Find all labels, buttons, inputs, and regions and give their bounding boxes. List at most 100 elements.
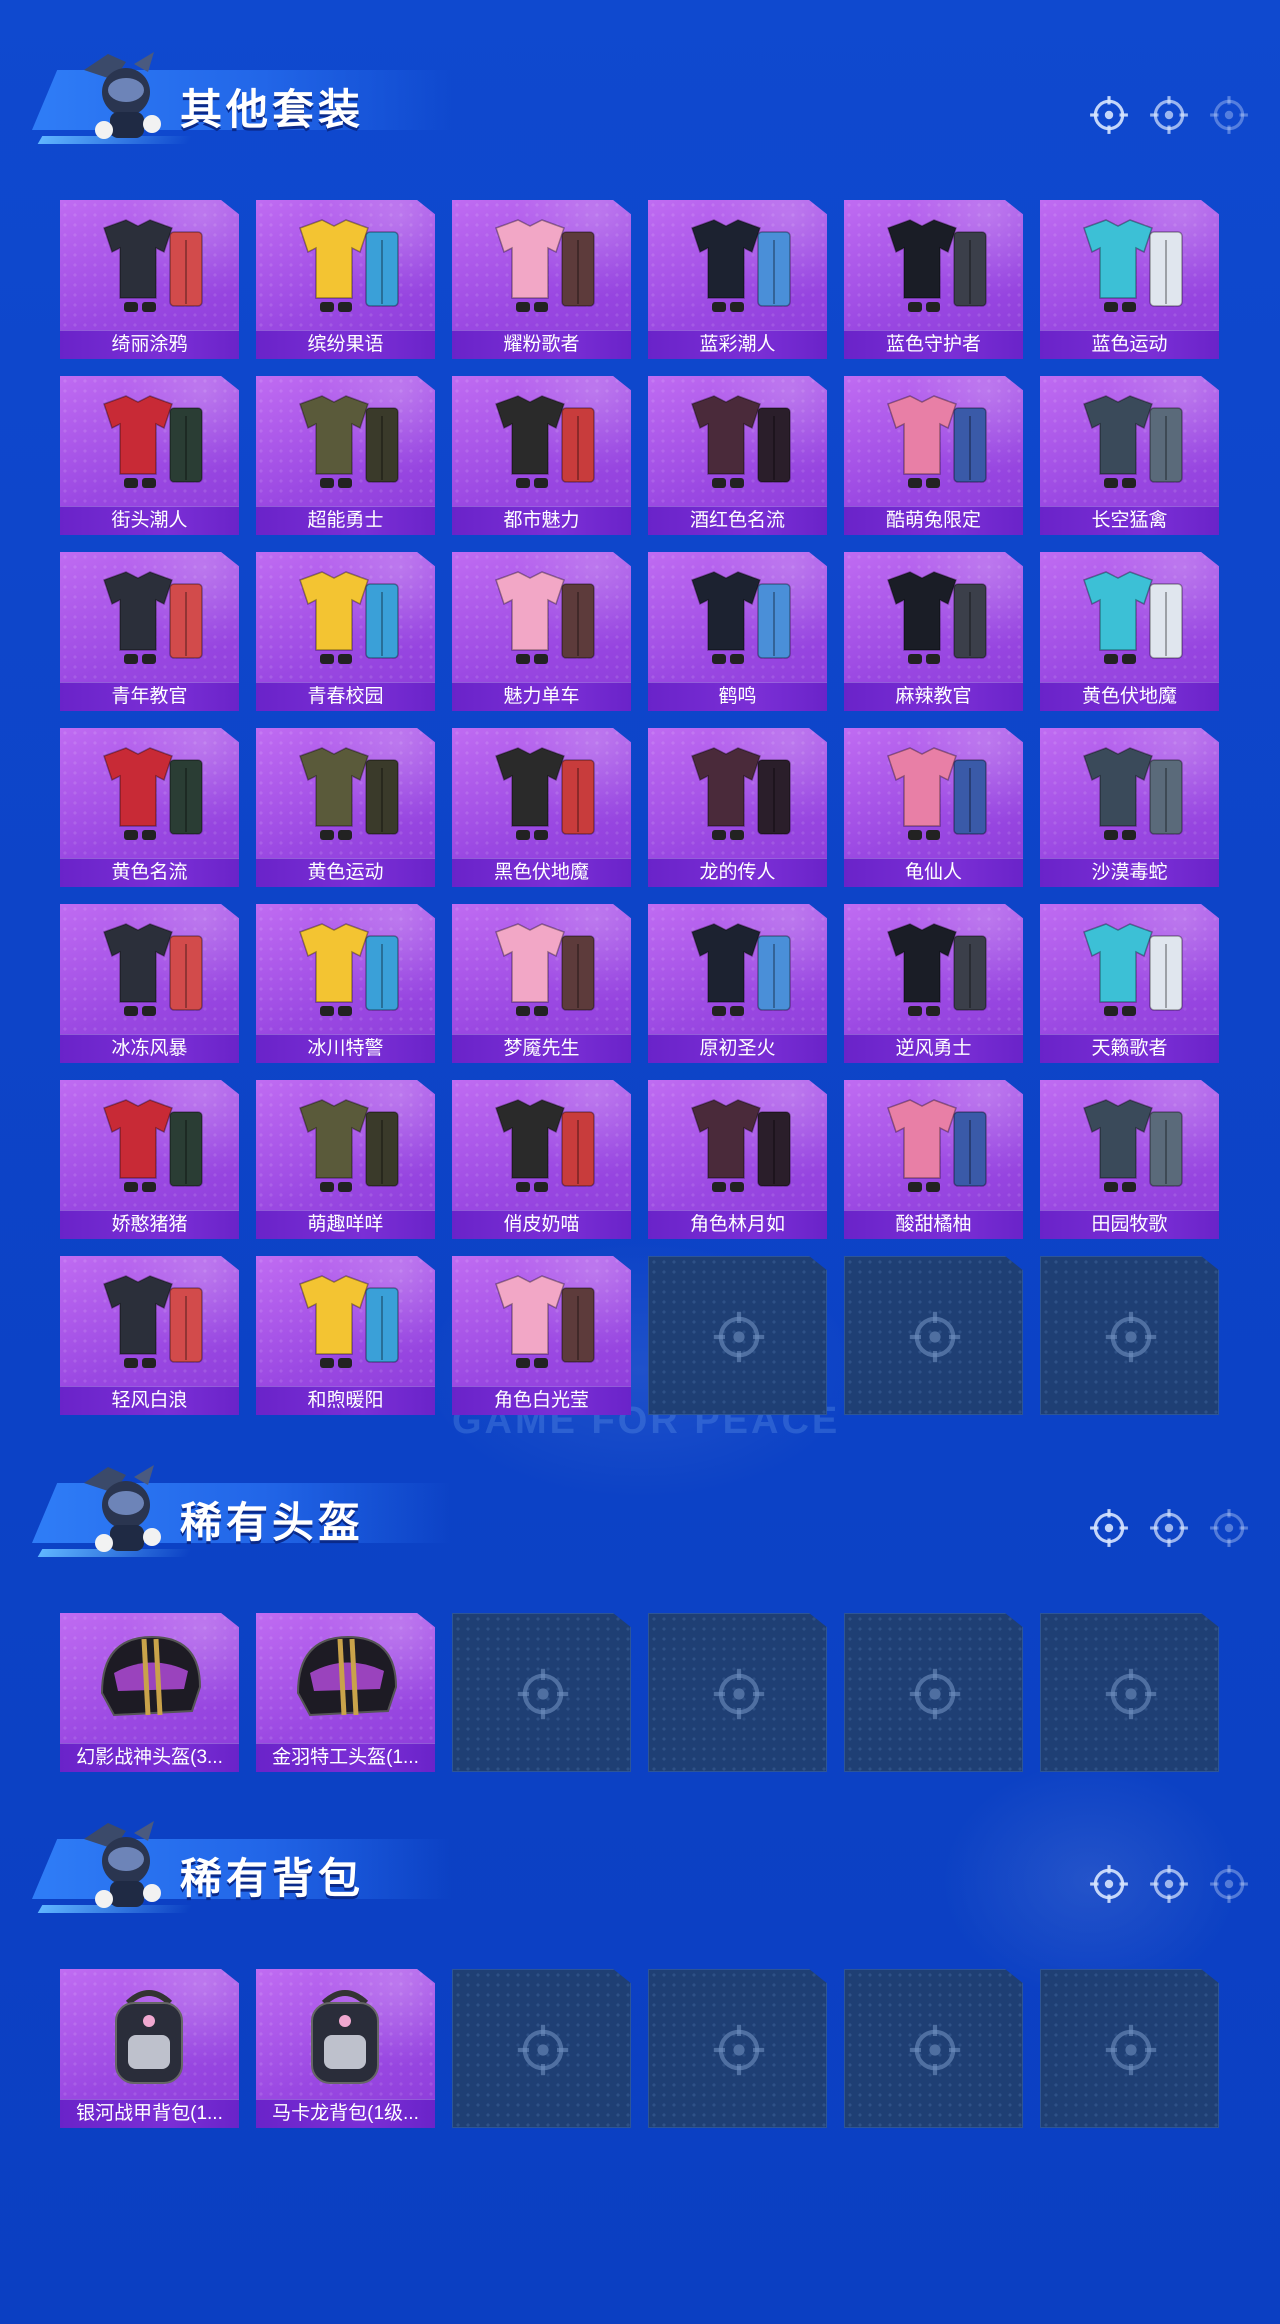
empty-slot [452,1613,631,1772]
item-card[interactable]: 青春校园 [256,552,435,711]
item-card[interactable]: 绮丽涂鸦 [60,200,239,359]
empty-slot [844,1256,1023,1415]
empty-slot [1040,1256,1219,1415]
item-card[interactable]: 超能勇士 [256,376,435,535]
outfit-image [691,1099,791,1192]
item-card[interactable]: 蓝彩潮人 [648,200,827,359]
item-card[interactable]: 缤纷果语 [256,200,435,359]
item-name: 长空猛禽 [1040,506,1219,535]
item-card[interactable]: 田园牧歌 [1040,1080,1219,1239]
item-card[interactable]: 长空猛禽 [1040,376,1219,535]
empty-slot [1040,1969,1219,2128]
item-name: 蓝色运动 [1040,330,1219,359]
item-name: 蓝彩潮人 [648,330,827,359]
item-card[interactable]: 酸甜橘柚 [844,1080,1023,1239]
item-card[interactable]: 沙漠毒蛇 [1040,728,1219,887]
item-name: 青年教官 [60,682,239,711]
item-card[interactable]: 梦魇先生 [452,904,631,1063]
item-name: 冰川特警 [256,1034,435,1063]
outfit-image [691,747,791,840]
outfit-image [691,395,791,488]
item-card[interactable]: 金羽特工头盔(1... [256,1613,435,1772]
item-name: 梦魇先生 [452,1034,631,1063]
item-card[interactable]: 龙的传人 [648,728,827,887]
item-name: 街头潮人 [60,506,239,535]
item-card[interactable]: 黄色名流 [60,728,239,887]
crosshair-icon [1103,1666,1159,1722]
header-icons [1088,1863,1250,1905]
outfit-image [495,395,595,488]
empty-slot [1040,1613,1219,1772]
item-card[interactable]: 俏皮奶喵 [452,1080,631,1239]
item-card[interactable]: 黄色伏地魔 [1040,552,1219,711]
item-name: 俏皮奶喵 [452,1210,631,1239]
item-card[interactable]: 萌趣咩咩 [256,1080,435,1239]
header-icons [1088,1507,1250,1549]
item-card[interactable]: 角色林月如 [648,1080,827,1239]
outfit-image [887,923,987,1016]
item-card[interactable]: 娇憨猪猪 [60,1080,239,1239]
item-card[interactable]: 幻影战神头盔(3... [60,1613,239,1772]
item-card[interactable]: 银河战甲背包(1... [60,1969,239,2128]
outfit-image [299,923,399,1016]
item-card[interactable]: 冰川特警 [256,904,435,1063]
item-grid: 银河战甲背包(1... 马卡龙背包(1级... [60,1969,1219,2128]
item-card[interactable]: 龟仙人 [844,728,1023,887]
item-name: 沙漠毒蛇 [1040,858,1219,887]
soldier-mascot-icon [74,1463,170,1567]
header-icons [1088,94,1250,136]
item-name: 幻影战神头盔(3... [60,1743,239,1772]
item-card[interactable]: 原初圣火 [648,904,827,1063]
item-card[interactable]: 蓝色守护者 [844,200,1023,359]
item-card[interactable]: 黄色运动 [256,728,435,887]
item-card[interactable]: 麻辣教官 [844,552,1023,711]
item-card[interactable]: 逆风勇士 [844,904,1023,1063]
item-card[interactable]: 蓝色运动 [1040,200,1219,359]
item-card[interactable]: 鹤鸣 [648,552,827,711]
item-name: 黄色运动 [256,858,435,887]
crosshair-icon [1148,1507,1190,1549]
item-grid: 绮丽涂鸦 缤纷果语 耀粉歌者 蓝彩潮人 蓝色守护者 蓝色运动 街头潮人 超能勇士… [60,200,1219,1415]
item-name: 青春校园 [256,682,435,711]
outfit-image [495,923,595,1016]
outfit-image [299,1099,399,1192]
item-card[interactable]: 天籁歌者 [1040,904,1219,1063]
item-name: 酸甜橘柚 [844,1210,1023,1239]
outfit-image [299,395,399,488]
outfit-image [103,219,203,312]
section-header: 稀有背包 [0,1809,1280,1929]
item-card[interactable]: 酷萌兔限定 [844,376,1023,535]
crosshair-icon [711,1666,767,1722]
crosshair-icon [1208,94,1250,136]
item-card[interactable]: 冰冻风暴 [60,904,239,1063]
item-card[interactable]: 马卡龙背包(1级... [256,1969,435,2128]
empty-slot [844,1969,1023,2128]
crosshair-icon [1208,1863,1250,1905]
item-card[interactable]: 魅力单车 [452,552,631,711]
crosshair-icon [907,1666,963,1722]
item-card[interactable]: 酒红色名流 [648,376,827,535]
item-card[interactable]: 和煦暖阳 [256,1256,435,1415]
item-card[interactable]: 角色白光莹 [452,1256,631,1415]
item-name: 酒红色名流 [648,506,827,535]
item-name: 逆风勇士 [844,1034,1023,1063]
section-header: 其他套装 [0,40,1280,160]
item-card[interactable]: 都市魅力 [452,376,631,535]
item-card[interactable]: 青年教官 [60,552,239,711]
item-card[interactable]: 黑色伏地魔 [452,728,631,887]
item-name: 都市魅力 [452,506,631,535]
section-1: 其他套装 绮丽涂鸦 缤纷果语 耀粉歌者 蓝彩潮人 蓝色守护者 蓝色运动 街头潮人… [0,40,1280,1415]
item-card[interactable]: 轻风白浪 [60,1256,239,1415]
outfit-image [1083,219,1183,312]
item-card[interactable]: 街头潮人 [60,376,239,535]
outfit-image [495,1099,595,1192]
outfit-image [887,571,987,664]
helmet-image [100,1635,202,1717]
item-name: 马卡龙背包(1级... [256,2099,435,2128]
item-name: 黄色伏地魔 [1040,682,1219,711]
item-name: 和煦暖阳 [256,1386,435,1415]
crosshair-icon [1103,2022,1159,2078]
item-card[interactable]: 耀粉歌者 [452,200,631,359]
item-name: 魅力单车 [452,682,631,711]
outfit-image [299,219,399,312]
